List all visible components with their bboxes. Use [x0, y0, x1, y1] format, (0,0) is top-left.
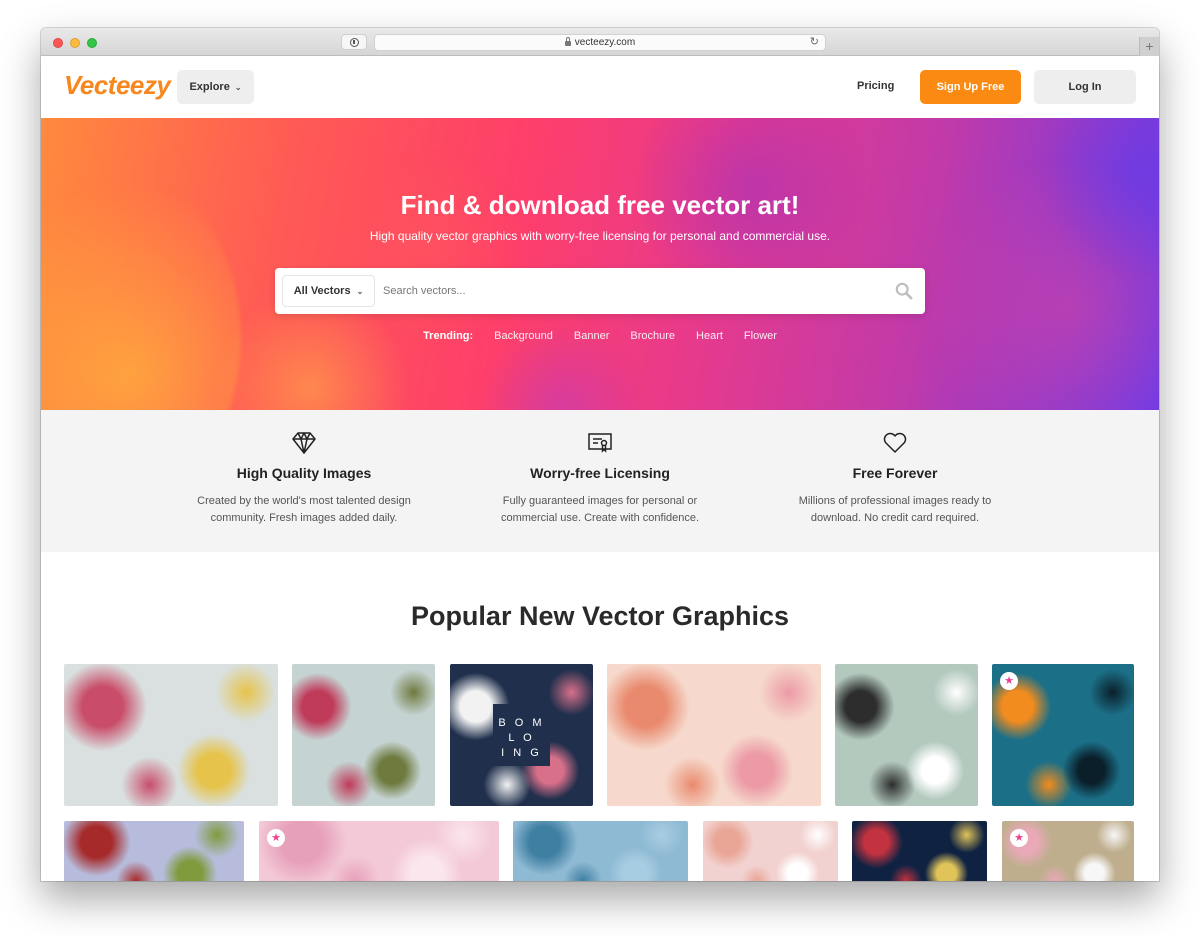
- chevron-down-icon: ⌄: [234, 82, 242, 92]
- explore-menu-button[interactable]: Explore ⌄: [177, 70, 254, 104]
- browser-toolbar: vecteezy.com ↻ +: [41, 28, 1159, 56]
- gallery-tile-spring-card-pink[interactable]: [703, 821, 838, 881]
- hero-decoration: [341, 138, 521, 358]
- search-icon[interactable]: [895, 282, 913, 300]
- log-in-button[interactable]: Log In: [1034, 70, 1136, 104]
- chevron-down-icon: ⌄: [356, 286, 364, 296]
- address-bar[interactable]: vecteezy.com ↻: [374, 34, 826, 51]
- privacy-report-button[interactable]: [341, 34, 367, 50]
- gallery-tile-floral-corner-background[interactable]: [64, 664, 278, 806]
- privacy-icon: [349, 37, 359, 47]
- lock-icon: [564, 37, 571, 46]
- heart-icon: [883, 432, 907, 453]
- feature-title: Free Forever: [852, 465, 938, 481]
- trending-tag[interactable]: Background: [494, 330, 553, 342]
- premium-star-icon: ★: [1010, 829, 1028, 847]
- maximize-window-button[interactable]: [87, 38, 97, 48]
- site-header: Vecteezy Explore ⌄ Pricing Sign Up Free …: [41, 56, 1159, 118]
- window-controls: [53, 38, 97, 48]
- search-input[interactable]: [383, 276, 873, 306]
- logo[interactable]: Vecteezy: [64, 70, 171, 101]
- feature-title: Worry-free Licensing: [530, 465, 670, 481]
- url-text: vecteezy.com: [574, 37, 636, 48]
- hero-subtitle: High quality vector graphics with worry-…: [369, 229, 831, 243]
- feature-description: Created by the world's most talented des…: [197, 495, 411, 524]
- gallery-tile-floral-divider-navy[interactable]: [852, 821, 987, 881]
- search-bar: All Vectors ⌄: [275, 268, 925, 314]
- gallery-tile-tropical-leaves-blue[interactable]: [513, 821, 688, 881]
- feature-description: Millions of professional images ready to…: [798, 495, 992, 524]
- gallery-tile-rose-lattice-frame[interactable]: ★: [1002, 821, 1134, 881]
- hero-title: Find & download free vector art!: [400, 190, 800, 220]
- poster-text: B O M L O I N G: [492, 703, 551, 767]
- trending-tag[interactable]: Flower: [744, 330, 777, 342]
- sign-up-button[interactable]: Sign Up Free: [920, 70, 1021, 104]
- trending-tag[interactable]: Banner: [574, 330, 609, 342]
- trending-searches: Trending: Background Banner Brochure Hea…: [41, 330, 1159, 342]
- pricing-link[interactable]: Pricing: [857, 80, 894, 92]
- new-tab-button[interactable]: +: [1139, 37, 1159, 56]
- close-window-button[interactable]: [53, 38, 63, 48]
- gallery-tile-hexagon-rose-frame[interactable]: [835, 664, 978, 806]
- feature-free-forever: Free Forever Millions of professional im…: [745, 410, 1045, 527]
- premium-star-icon: ★: [267, 829, 285, 847]
- search-category-select[interactable]: All Vectors ⌄: [282, 275, 375, 307]
- minimize-window-button[interactable]: [70, 38, 80, 48]
- gallery-tile-peony-pattern[interactable]: [607, 664, 821, 806]
- gallery-tile-floral-wreath-frame[interactable]: [292, 664, 435, 806]
- certificate-icon: [588, 433, 612, 453]
- browser-window: vecteezy.com ↻ + Vecteezy Explore ⌄ Pric…: [41, 28, 1159, 881]
- feature-licensing: Worry-free Licensing Fully guaranteed im…: [450, 410, 750, 527]
- feature-title: High Quality Images: [236, 465, 372, 481]
- feature-description: Fully guaranteed images for personal or …: [500, 495, 700, 524]
- feature-high-quality: High Quality Images Created by the world…: [154, 410, 454, 527]
- trending-tag[interactable]: Heart: [696, 330, 723, 342]
- gallery-tile-cherry-blossom-background[interactable]: ★: [259, 821, 499, 881]
- diamond-icon: [292, 432, 316, 454]
- section-title: Popular New Vector Graphics: [410, 601, 790, 631]
- search-category-value: All Vectors: [293, 285, 351, 297]
- hero-banner: Find & download free vector art! High qu…: [41, 118, 1159, 410]
- trending-label: Trending:: [423, 330, 474, 342]
- gallery-tile-blooming-poster[interactable]: B O M L O I N G: [450, 664, 593, 806]
- features-section: High Quality Images Created by the world…: [41, 410, 1159, 552]
- gallery-tile-wildflower-bouquet[interactable]: [64, 821, 244, 881]
- reload-icon[interactable]: ↻: [810, 35, 819, 48]
- premium-star-icon: ★: [1000, 672, 1018, 690]
- gallery-tile-tropical-bird-of-paradise[interactable]: ★: [992, 664, 1134, 806]
- trending-tag[interactable]: Brochure: [630, 330, 675, 342]
- explore-label: Explore: [189, 81, 230, 93]
